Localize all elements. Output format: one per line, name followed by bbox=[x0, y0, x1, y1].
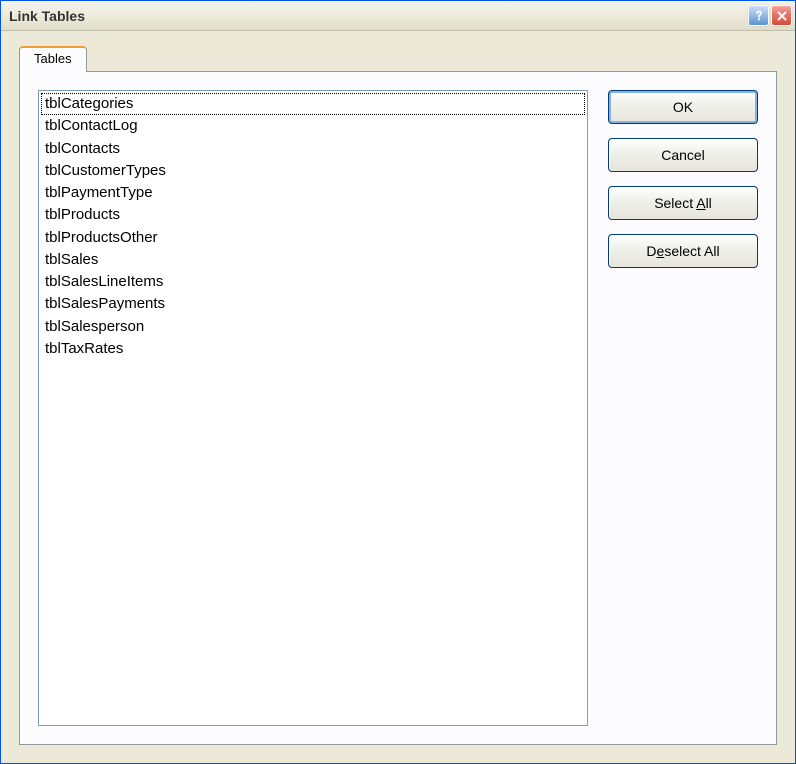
tab-tables[interactable]: Tables bbox=[19, 46, 87, 72]
list-item[interactable]: tblSalesperson bbox=[41, 316, 585, 338]
tab-container: Tables tblCategoriestblContactLogtblCont… bbox=[19, 45, 777, 745]
titlebar-buttons bbox=[748, 5, 792, 26]
dialog-content: Tables tblCategoriestblContactLogtblCont… bbox=[1, 31, 795, 763]
list-item[interactable]: tblPaymentType bbox=[41, 182, 585, 204]
cancel-button[interactable]: Cancel bbox=[608, 138, 758, 172]
list-item[interactable]: tblProductsOther bbox=[41, 227, 585, 249]
ok-button[interactable]: OK bbox=[608, 90, 758, 124]
tables-listbox[interactable]: tblCategoriestblContactLogtblContactstbl… bbox=[38, 90, 588, 726]
link-tables-dialog: Link Tables Tables tblCategoriestblConta… bbox=[0, 0, 796, 764]
deselect-all-button[interactable]: Deselect All bbox=[608, 234, 758, 268]
button-column: OK Cancel Select All Deselect All bbox=[608, 90, 758, 726]
close-icon bbox=[776, 10, 788, 22]
list-item[interactable]: tblProducts bbox=[41, 204, 585, 226]
tab-panel-tables: tblCategoriestblContactLogtblContactstbl… bbox=[19, 71, 777, 745]
list-item[interactable]: tblSalesLineItems bbox=[41, 271, 585, 293]
list-item[interactable]: tblContacts bbox=[41, 138, 585, 160]
window-title: Link Tables bbox=[9, 8, 748, 24]
titlebar: Link Tables bbox=[1, 1, 795, 31]
list-item[interactable]: tblCustomerTypes bbox=[41, 160, 585, 182]
select-all-button[interactable]: Select All bbox=[608, 186, 758, 220]
list-item[interactable]: tblContactLog bbox=[41, 115, 585, 137]
list-item[interactable]: tblTaxRates bbox=[41, 338, 585, 360]
help-button[interactable] bbox=[748, 5, 769, 26]
list-item[interactable]: tblCategories bbox=[41, 93, 585, 115]
list-item[interactable]: tblSales bbox=[41, 249, 585, 271]
close-button[interactable] bbox=[771, 5, 792, 26]
list-item[interactable]: tblSalesPayments bbox=[41, 293, 585, 315]
tabs-header: Tables bbox=[19, 45, 777, 71]
question-icon bbox=[753, 10, 765, 22]
